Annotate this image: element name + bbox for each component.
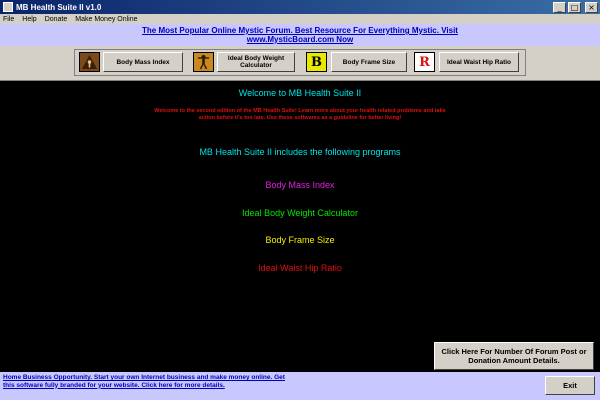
banner-line-2: www.MysticBoard.com Now <box>246 35 354 44</box>
menu-donate[interactable]: Donate <box>41 16 72 23</box>
minimize-button[interactable]: _ <box>553 1 566 13</box>
banner-line-1: The Most Popular Online Mystic Forum. Be… <box>142 26 458 35</box>
close-button[interactable]: × <box>585 1 598 13</box>
letter-b-glyph: B <box>311 54 322 70</box>
toolbar-group: Body Mass Index Ideal Body Weight Calcul… <box>74 49 526 76</box>
includes-heading: MB Health Suite II includes the followin… <box>199 147 401 157</box>
title-bar: MB Health Suite II v1.0 _ □ × <box>0 0 600 14</box>
welcome-heading: Welcome to MB Health Suite II <box>238 88 362 98</box>
standing-figure-icon[interactable] <box>193 52 214 72</box>
forum-details-button[interactable]: Click Here For Number Of Forum Post or D… <box>434 342 594 370</box>
letter-b-icon[interactable]: B <box>306 52 327 72</box>
program-ideal-body-weight: Ideal Body Weight Calculator <box>242 208 358 218</box>
triangle-person-icon[interactable] <box>79 52 100 72</box>
status-bar: Home Business Opportunity. Start your ow… <box>0 372 600 400</box>
menu-bar: File Help Donate Make Money Online <box>0 14 600 24</box>
maximize-button[interactable]: □ <box>568 1 581 13</box>
program-body-frame-size: Body Frame Size <box>265 235 335 245</box>
main-panel: Welcome to MB Health Suite II Welcome to… <box>0 80 600 373</box>
body-frame-size-button[interactable]: Body Frame Size <box>331 52 407 72</box>
ideal-waist-hip-ratio-button[interactable]: Ideal Waist Hip Ratio <box>439 52 519 72</box>
menu-make-money-online[interactable]: Make Money Online <box>71 16 141 23</box>
program-body-mass-index: Body Mass Index <box>265 180 335 190</box>
body-mass-index-button[interactable]: Body Mass Index <box>103 52 183 72</box>
program-ideal-waist-hip-ratio: Ideal Waist Hip Ratio <box>258 263 342 273</box>
window-title: MB Health Suite II v1.0 <box>16 2 102 12</box>
program-toolbar: Body Mass Index Ideal Body Weight Calcul… <box>0 46 600 80</box>
menu-help[interactable]: Help <box>18 16 40 23</box>
app-icon <box>3 2 13 12</box>
banner-link[interactable]: The Most Popular Online Mystic Forum. Be… <box>0 24 600 44</box>
menu-file[interactable]: File <box>0 16 18 23</box>
exit-button[interactable]: Exit <box>545 376 595 395</box>
ideal-body-weight-button[interactable]: Ideal Body Weight Calculator <box>217 52 295 72</box>
business-opportunity-link[interactable]: Home Business Opportunity. Start your ow… <box>3 374 288 389</box>
intro-text: Welcome to the second edition of the MB … <box>154 108 446 121</box>
letter-r-glyph: R <box>419 54 430 70</box>
letter-r-icon[interactable]: R <box>414 52 435 72</box>
forum-banner[interactable]: The Most Popular Online Mystic Forum. Be… <box>0 24 600 46</box>
